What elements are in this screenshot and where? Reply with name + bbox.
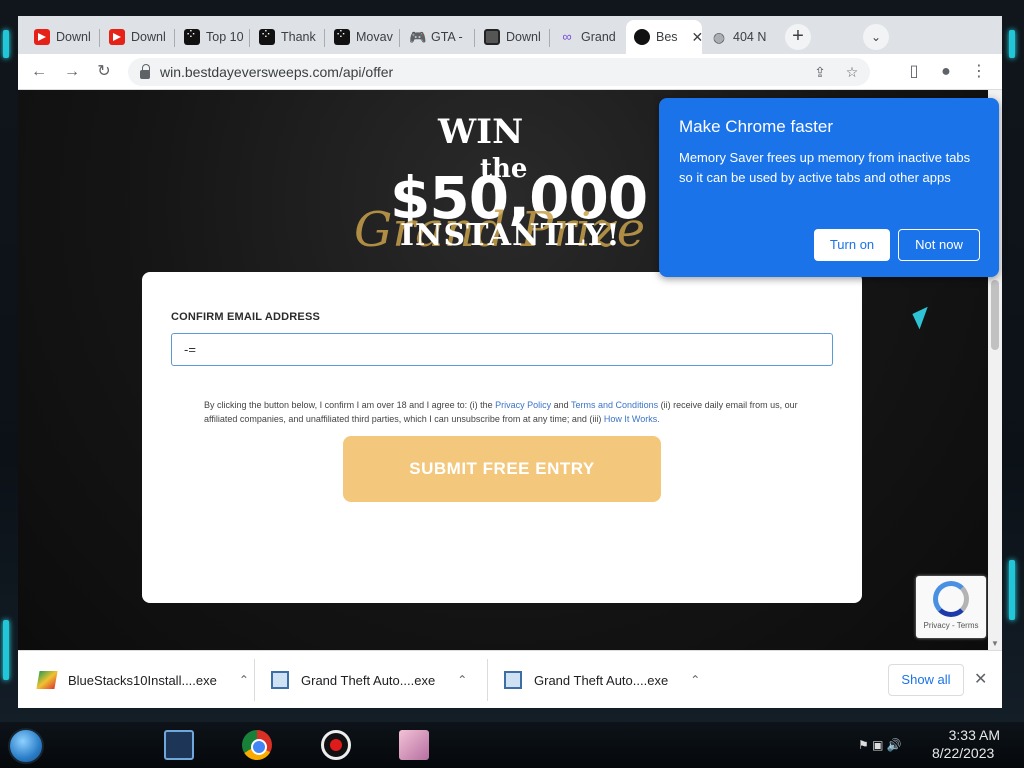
tab-6[interactable]: Downl xyxy=(476,20,550,54)
download-item[interactable]: Grand Theft Auto....exe ⌃ xyxy=(271,651,467,709)
download-item[interactable]: Grand Theft Auto....exe ⌃ xyxy=(504,651,700,709)
exe-file-icon xyxy=(271,671,289,689)
frame-decoration xyxy=(3,30,9,58)
tab-4[interactable]: Movav xyxy=(326,20,400,54)
tab-3[interactable]: Thank xyxy=(251,20,325,54)
clock-time[interactable]: 3:33 AM xyxy=(940,727,1000,743)
tab-label: Downl xyxy=(131,30,166,44)
turn-on-button[interactable]: Turn on xyxy=(814,229,890,261)
new-tab-button[interactable]: + xyxy=(785,24,811,50)
grand-icon: ∞ xyxy=(562,29,572,44)
tab-label: Movav xyxy=(356,30,393,44)
terms-prefix: By clicking the button below, I confirm … xyxy=(204,400,496,410)
popup-body: Memory Saver frees up memory from inacti… xyxy=(679,150,971,185)
tab-5[interactable]: 🎮 GTA - xyxy=(401,20,475,54)
hero-instantly: INSTANTLY! xyxy=(400,218,621,253)
start-button[interactable] xyxy=(8,728,44,764)
tab-label: Thank xyxy=(281,30,316,44)
privacy-policy-link[interactable]: Privacy Policy xyxy=(495,400,551,410)
downloads-bar: BlueStacks10Install....exe ⌃ Grand Theft… xyxy=(18,650,1002,708)
tab-0[interactable]: Downl xyxy=(26,20,100,54)
tab-label: Bes xyxy=(656,30,678,44)
chrome-icon[interactable] xyxy=(242,730,272,760)
entry-form-card: CONFIRM EMAIL ADDRESS By clicking the bu… xyxy=(142,272,862,603)
tab-label: GTA - xyxy=(431,30,463,44)
virtualbox-icon[interactable] xyxy=(164,730,194,760)
exe-file-icon xyxy=(504,671,522,689)
star-icon[interactable]: ☆ xyxy=(842,62,862,82)
side-panel-button[interactable]: ▯ xyxy=(902,60,926,84)
download-item[interactable]: BlueStacks10Install....exe ⌃ xyxy=(36,651,249,709)
dice-icon xyxy=(184,26,200,45)
chevron-up-icon[interactable]: ⌃ xyxy=(690,673,700,687)
memory-saver-popup: Make Chrome faster Memory Saver frees up… xyxy=(659,98,999,277)
not-now-button[interactable]: Not now xyxy=(898,229,980,261)
terms-text: By clicking the button below, I confirm … xyxy=(204,398,824,426)
clock-date[interactable]: 8/22/2023 xyxy=(932,745,1012,761)
youtube-icon xyxy=(109,29,125,45)
tab-label: Top 10 xyxy=(206,30,244,44)
close-icon[interactable]: ✕ xyxy=(974,669,987,689)
youtube-icon xyxy=(34,29,50,45)
recaptcha-icon xyxy=(933,581,969,617)
url-text: win.bestdayeversweeps.com/api/offer xyxy=(160,64,394,80)
profile-icon[interactable]: ● xyxy=(934,60,958,84)
frame-decoration xyxy=(3,620,9,680)
system-tray[interactable]: ⚑ ▣ 🔊 xyxy=(858,738,902,752)
record-icon[interactable] xyxy=(321,730,351,760)
bluestacks-icon xyxy=(36,671,58,689)
recaptcha-badge[interactable]: Privacy - Terms xyxy=(916,576,986,638)
browser-window: Downl Downl Top 10 Thank Movav 🎮 GTA - xyxy=(18,16,1002,708)
recaptcha-links[interactable]: Privacy - Terms xyxy=(916,621,986,630)
forward-button[interactable]: → xyxy=(60,60,84,84)
email-input[interactable] xyxy=(171,333,833,366)
toolbar: ← → ↻ win.bestdayeversweeps.com/api/offe… xyxy=(18,54,1002,90)
tab-label: Downl xyxy=(56,30,91,44)
tab-label: Grand xyxy=(581,30,616,44)
tab-8-active[interactable]: Bes ✕ xyxy=(626,20,702,54)
tab-label: Downl xyxy=(506,30,541,44)
anime-app-icon[interactable] xyxy=(399,730,429,760)
how-it-works-link[interactable]: How It Works. xyxy=(604,414,660,424)
submit-entry-button[interactable]: SUBMIT FREE ENTRY xyxy=(343,436,661,502)
tab-strip: Downl Downl Top 10 Thank Movav 🎮 GTA - xyxy=(18,16,1002,54)
tab-label: 404 N xyxy=(733,30,767,44)
site-icon xyxy=(634,29,650,45)
globe-icon: ◍ xyxy=(712,29,726,45)
popup-title: Make Chrome faster xyxy=(679,117,833,136)
frame-decoration xyxy=(1009,30,1015,58)
back-button[interactable]: ← xyxy=(27,60,51,84)
reload-button[interactable]: ↻ xyxy=(92,60,116,84)
gamepad-icon: 🎮 xyxy=(409,29,427,45)
scroll-thumb[interactable] xyxy=(991,280,999,350)
chevron-up-icon[interactable]: ⌃ xyxy=(239,673,249,687)
scroll-down-icon[interactable]: ▼ xyxy=(991,639,999,648)
email-label: CONFIRM EMAIL ADDRESS xyxy=(171,311,321,323)
download-name: Grand Theft Auto....exe xyxy=(534,672,669,688)
dice-icon xyxy=(334,26,350,45)
tab-1[interactable]: Downl xyxy=(101,20,175,54)
picture-icon xyxy=(484,29,500,45)
address-bar[interactable]: win.bestdayeversweeps.com/api/offer ⇪ ☆ xyxy=(128,58,870,86)
download-name: BlueStacks10Install....exe xyxy=(68,672,217,688)
tab-search-button[interactable]: ⌄ xyxy=(863,24,889,50)
tab-9[interactable]: ◍ 404 N xyxy=(703,20,777,54)
dice-icon xyxy=(259,26,275,45)
hero-win: WIN xyxy=(438,112,524,152)
frame-decoration xyxy=(1009,560,1015,620)
show-all-button[interactable]: Show all xyxy=(888,664,964,696)
terms-and: and xyxy=(551,400,572,410)
menu-button[interactable]: ⋮ xyxy=(967,60,991,84)
chevron-up-icon[interactable]: ⌃ xyxy=(457,673,467,687)
tab-7[interactable]: ∞ Grand xyxy=(551,20,625,54)
share-icon[interactable]: ⇪ xyxy=(810,62,830,82)
lock-icon xyxy=(140,63,150,79)
terms-conditions-link[interactable]: Terms and Conditions xyxy=(571,400,658,410)
close-icon[interactable]: ✕ xyxy=(692,29,702,46)
tab-2[interactable]: Top 10 xyxy=(176,20,250,54)
download-name: Grand Theft Auto....exe xyxy=(301,672,436,688)
